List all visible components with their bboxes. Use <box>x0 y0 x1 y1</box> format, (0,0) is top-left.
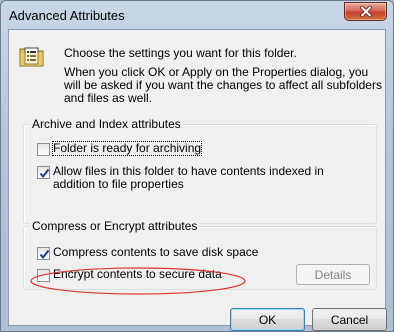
window-title: Advanced Attributes <box>9 8 125 23</box>
archiving-option[interactable]: Folder is ready for archiving <box>37 141 203 156</box>
archiving-checkbox[interactable] <box>37 143 50 156</box>
cancel-label: Cancel <box>330 312 369 327</box>
close-icon <box>359 6 372 17</box>
compress-label[interactable]: Compress contents to save disk space <box>53 246 258 259</box>
advanced-attributes-dialog: Advanced Attributes Choose the settings … <box>0 0 394 332</box>
ok-label: OK <box>258 312 277 327</box>
folder-properties-icon <box>19 43 45 69</box>
details-button[interactable]: Details <box>296 264 370 285</box>
highlight-annotation <box>30 267 246 295</box>
archive-group-label: Archive and Index attributes <box>30 117 183 131</box>
ok-button[interactable]: OK <box>230 308 305 331</box>
indexing-checkbox[interactable] <box>37 166 50 179</box>
close-button[interactable] <box>344 2 387 21</box>
compress-checkbox[interactable] <box>37 247 50 260</box>
indexing-label[interactable]: Allow files in this folder to have conte… <box>53 165 367 191</box>
compress-group-label: Compress or Encrypt attributes <box>30 219 200 233</box>
intro-explanation: When you click OK or Apply on the Proper… <box>64 65 382 105</box>
archive-index-group: Archive and Index attributes Folder is r… <box>23 117 377 224</box>
indexing-option[interactable]: Allow files in this folder to have conte… <box>37 165 367 191</box>
compress-option[interactable]: Compress contents to save disk space <box>37 246 258 260</box>
cancel-button[interactable]: Cancel <box>312 308 387 331</box>
title-bar[interactable]: Advanced Attributes <box>1 1 393 29</box>
details-label: Details <box>314 267 352 282</box>
checkmark-icon <box>39 249 50 260</box>
checkmark-icon <box>39 168 50 179</box>
dialog-body: Choose the settings you want for this fo… <box>8 29 387 331</box>
archiving-label[interactable]: Folder is ready for archiving <box>51 141 203 156</box>
intro-text: Choose the settings you want for this fo… <box>64 46 297 60</box>
